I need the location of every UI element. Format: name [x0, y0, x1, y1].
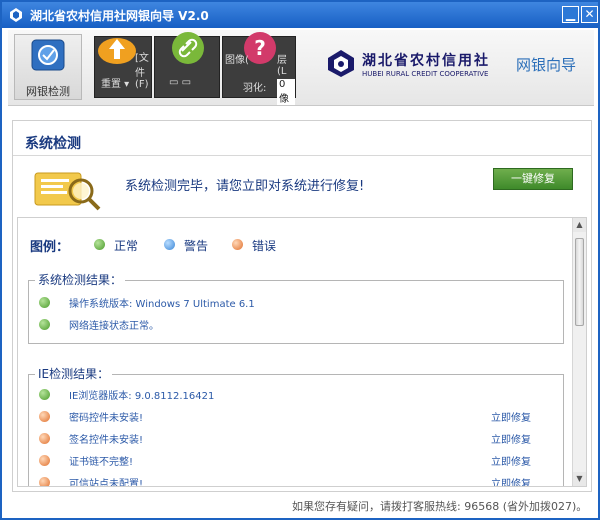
ie-results-group: IE检测结果： IE浏览器版本: 9.0.8112.16421 密码控件未安装!… [28, 365, 564, 487]
bank-emblem-icon [328, 50, 354, 77]
system-results-group: 系统检测结果： 操作系统版本: Windows 7 Ultimate 6.1 网… [28, 271, 564, 344]
legend-ok-label: 正常 [114, 239, 139, 253]
one-click-repair-button[interactable]: 一键修复 [493, 168, 573, 190]
section-divider [13, 155, 591, 156]
upload-icon [98, 38, 136, 64]
scroll-down-icon[interactable]: ▼ [573, 472, 586, 486]
view-options-text: ▭ ▭ [169, 77, 192, 88]
ie-result-row: 可信站点未配置! 立即修复 [39, 475, 559, 487]
error-status-icon [39, 433, 50, 444]
repair-now-link[interactable]: 立即修复 [491, 431, 531, 446]
ok-status-icon [39, 389, 50, 400]
system-results-title: 系统检测结果： [35, 271, 126, 288]
image-menu-text: 图像( [225, 55, 249, 66]
main-panel: 系统检测 系统检测完毕，请您立即对系统进行修复! 一键修复 图例： 正常 警告 … [12, 120, 592, 492]
vertical-scrollbar[interactable]: ▲ ▼ [572, 218, 586, 486]
app-tagline: 网银向导 [516, 56, 577, 74]
repair-now-link[interactable]: 立即修复 [491, 409, 531, 424]
ok-status-icon [94, 239, 105, 250]
error-status-icon [39, 411, 50, 422]
ie-result-row: 密码控件未安装! 立即修复 [39, 409, 559, 425]
support-hotline-text: 如果您存有疑问，请拨打客服热线: 96568 (省外加拨027)。 [292, 500, 588, 513]
result-text: 可信站点未配置! [69, 479, 144, 487]
monitor-check-icon [31, 39, 65, 71]
result-text: 证书链不完整! [69, 457, 134, 468]
app-window: 湖北省农村信用社网银向导 V2.0 ▁ ✕ 网银检测 [文件(F) 重置 ▾ ▭… [0, 0, 600, 520]
window-title: 湖北省农村信用社网银向导 V2.0 [30, 9, 209, 23]
result-text: 密码控件未安装! [69, 413, 144, 424]
ie-result-row: 签名控件未安装! 立即修复 [39, 431, 559, 447]
link-tool[interactable]: ▭ ▭ [154, 32, 220, 98]
ie-results-title: IE检测结果： [35, 365, 113, 382]
bank-name-en: HUBEI RURAL CREDIT COOPERATIVE [362, 70, 489, 78]
result-text: 签名控件未安装! [69, 435, 144, 446]
error-status-icon [39, 477, 50, 486]
system-result-row: 操作系统版本: Windows 7 Ultimate 6.1 [39, 295, 559, 311]
legend-warning-label: 警告 [184, 239, 209, 253]
feather-value: 0 像 [277, 79, 295, 105]
upload-tool[interactable]: [文件(F) 重置 ▾ [94, 36, 152, 98]
app-logo-icon [10, 8, 22, 22]
result-text: 网络连接状态正常。 [69, 321, 159, 332]
ie-result-row: 证书链不完整! 立即修复 [39, 453, 559, 469]
error-status-icon [232, 239, 243, 250]
repair-now-link[interactable]: 立即修复 [491, 453, 531, 468]
file-menu-text: [文件(F) [135, 53, 149, 90]
repair-now-link[interactable]: 立即修复 [491, 475, 531, 486]
help-tool[interactable]: ? 图像( 层(L 羽化: 0 像 [222, 32, 296, 105]
minimize-button[interactable]: ▁ [562, 6, 579, 23]
scroll-thumb[interactable] [575, 238, 584, 326]
ie-result-row: IE浏览器版本: 9.0.8112.16421 [39, 387, 559, 403]
link-icon [172, 32, 204, 64]
system-result-row: 网络连接状态正常。 [39, 317, 559, 333]
ok-status-icon [39, 319, 50, 330]
feather-label: 羽化: [243, 83, 267, 94]
svg-text:?: ? [254, 36, 266, 60]
close-button[interactable]: ✕ [581, 6, 598, 23]
toolbar: 网银检测 [文件(F) 重置 ▾ ▭ ▭ ? 图像( 层(L 羽化: 0 像 湖… [8, 30, 594, 106]
diagnostic-folder-icon [34, 172, 101, 211]
results-area[interactable]: 图例： 正常 警告 错误 系统检测结果： 操作系统版本: Windows 7 U… [17, 217, 587, 487]
result-text: IE浏览器版本: 9.0.8112.16421 [69, 391, 215, 402]
warning-status-icon [164, 239, 175, 250]
bank-name-cn: 湖北省农村信用社 [362, 53, 490, 69]
reset-dropdown-text: 重置 ▾ [101, 79, 130, 90]
network-check-label: 网银检测 [26, 85, 70, 98]
section-title: 系统检测 [25, 136, 81, 152]
bank-logo: 湖北省农村信用社 HUBEI RURAL CREDIT COOPERATIVE … [326, 48, 576, 81]
result-text: 操作系统版本: Windows 7 Ultimate 6.1 [69, 299, 255, 310]
scroll-up-icon[interactable]: ▲ [573, 218, 586, 232]
title-bar[interactable]: 湖北省农村信用社网银向导 V2.0 ▁ ✕ [2, 2, 598, 28]
network-check-button[interactable]: 网银检测 [14, 34, 82, 100]
diagnostic-message: 系统检测完毕，请您立即对系统进行修复! [125, 179, 365, 194]
legend-title: 图例： [30, 240, 70, 255]
error-status-icon [39, 455, 50, 466]
legend-error-label: 错误 [252, 239, 277, 253]
ok-status-icon [39, 297, 50, 308]
layer-menu-text: 层(L [277, 55, 287, 77]
